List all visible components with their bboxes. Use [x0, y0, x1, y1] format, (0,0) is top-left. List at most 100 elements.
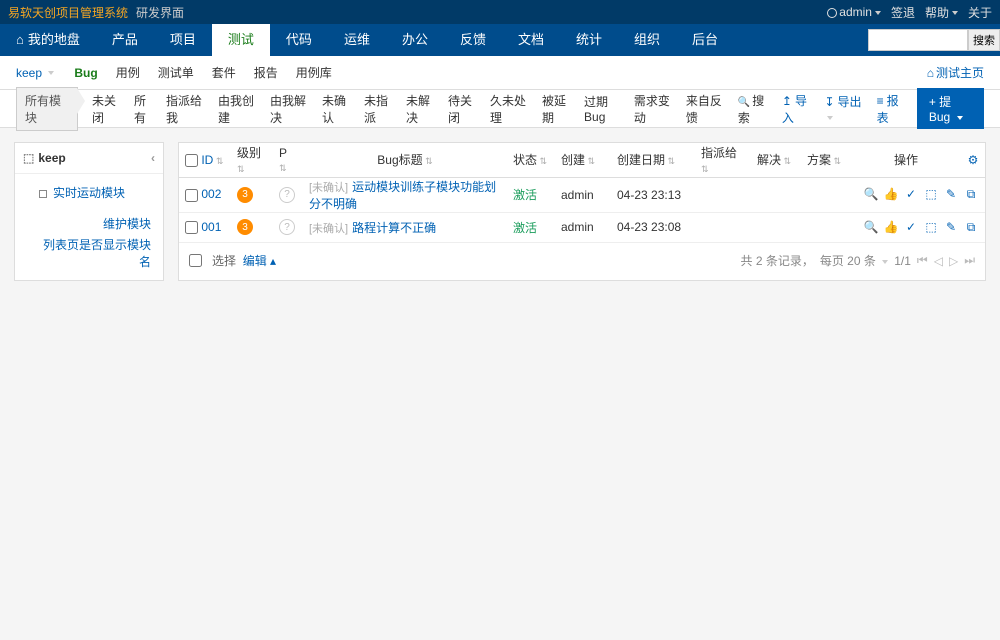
caret-down-icon — [48, 71, 54, 75]
logout-link[interactable]: 签退 — [891, 4, 915, 21]
filter-bar: 所有模块 未关闭 所有 指派给我 由我创建 由我解决 未确认 未指派 未解决 待… — [0, 90, 1000, 128]
confirm-icon[interactable]: 🔍 — [863, 220, 879, 235]
gear-icon[interactable]: ⚙ — [968, 153, 979, 167]
edit-icon[interactable]: ✎ — [943, 220, 959, 235]
qa-home-link[interactable]: 测试主页 — [927, 64, 984, 81]
col-severity[interactable]: 级别 — [231, 143, 273, 177]
pager-page: 1/1 — [894, 254, 911, 268]
confirm-icon[interactable]: 🔍 — [863, 187, 879, 202]
pager-last-icon[interactable]: ⏭ — [964, 253, 975, 268]
tab-bug[interactable]: Bug — [74, 66, 97, 80]
col-resolved[interactable]: 解决 — [751, 143, 801, 177]
row-checkbox[interactable] — [185, 189, 198, 202]
pager-first-icon[interactable]: ⏮ — [917, 253, 928, 268]
bug-table: ID 级别 P Bug标题 状态 创建 创建日期 指派给 解决 方案 操作 ⚙ … — [179, 143, 985, 243]
import-button[interactable]: 导入 — [782, 92, 811, 126]
tab-caselib[interactable]: 用例库 — [296, 64, 332, 81]
nav-feedback[interactable]: 反馈 — [444, 24, 502, 56]
tab-case[interactable]: 用例 — [116, 64, 140, 81]
nav-ops[interactable]: 运维 — [328, 24, 386, 56]
copy-icon[interactable]: ⧉ — [963, 187, 979, 202]
filter-unassigned[interactable]: 未指派 — [364, 92, 394, 126]
close-icon[interactable]: ⬚ — [923, 187, 939, 202]
pager-next-icon[interactable]: ▷ — [949, 254, 958, 268]
cell-resolution — [801, 177, 851, 212]
col-opened[interactable]: 创建 — [555, 143, 611, 177]
sidebar-collapse-icon[interactable]: ‹ — [151, 151, 155, 165]
report-button[interactable]: 报表 — [877, 92, 903, 126]
nav-oa[interactable]: 办公 — [386, 24, 444, 56]
col-status[interactable]: 状态 — [507, 143, 555, 177]
project-selector[interactable]: keep — [16, 66, 54, 80]
col-config[interactable]: ⚙ — [961, 143, 985, 177]
copy-icon[interactable]: ⧉ — [963, 220, 979, 235]
create-bug-button[interactable]: 提Bug — [917, 88, 984, 129]
filter-unclosed[interactable]: 未关闭 — [92, 92, 122, 126]
pager-perpage[interactable]: 每页 20 条 — [820, 252, 888, 269]
global-search-input[interactable] — [868, 29, 968, 51]
batch-edit-link[interactable]: 编辑 ▴ — [243, 252, 276, 269]
user-menu[interactable]: admin — [827, 5, 881, 19]
col-id[interactable]: ID — [179, 143, 231, 177]
edit-icon[interactable]: ✎ — [943, 187, 959, 202]
bug-title-link[interactable]: 路程计算不正确 — [352, 221, 436, 235]
filter-all[interactable]: 所有 — [134, 92, 154, 126]
nav-code[interactable]: 代码 — [270, 24, 328, 56]
filter-toclose[interactable]: 待关闭 — [448, 92, 478, 126]
footer-select-all[interactable] — [189, 254, 202, 267]
close-icon[interactable]: ⬚ — [923, 220, 939, 235]
filter-resolvedbyme[interactable]: 由我解决 — [270, 92, 310, 126]
nav-doc[interactable]: 文档 — [502, 24, 560, 56]
pager-prev-icon[interactable]: ◁ — [934, 254, 943, 268]
filter-longlife[interactable]: 久未处理 — [490, 92, 530, 126]
nav-report[interactable]: 统计 — [560, 24, 618, 56]
maintain-module-link[interactable]: 维护模块 — [23, 213, 155, 234]
export-button[interactable]: 导出 — [824, 93, 862, 124]
tab-suite[interactable]: 套件 — [212, 64, 236, 81]
nav-project[interactable]: 项目 — [154, 24, 212, 56]
cell-date: 04-23 23:13 — [611, 177, 695, 212]
global-search-button[interactable]: 搜索 — [968, 29, 1000, 51]
about-link[interactable]: 关于 — [968, 4, 992, 21]
filter-postponed[interactable]: 被延期 — [542, 92, 572, 126]
cell-pri: ? — [273, 212, 303, 242]
filter-fromfeedback[interactable]: 来自反馈 — [686, 92, 726, 126]
filter-search[interactable]: 搜索 — [738, 92, 770, 126]
filter-byme[interactable]: 由我创建 — [218, 92, 258, 126]
module-link[interactable]: 实时运动模块 — [23, 182, 155, 203]
filter-unresolved[interactable]: 未解决 — [406, 92, 436, 126]
resolve-icon[interactable]: ✓ — [903, 220, 919, 235]
nav-org[interactable]: 组织 — [618, 24, 676, 56]
filter-tome[interactable]: 指派给我 — [166, 92, 206, 126]
col-assigned[interactable]: 指派给 — [695, 143, 751, 177]
nav-home[interactable]: 我的地盘 — [0, 24, 96, 56]
col-resolution[interactable]: 方案 — [801, 143, 851, 177]
bug-id-link[interactable]: 002 — [201, 187, 221, 201]
nav-product[interactable]: 产品 — [96, 24, 154, 56]
assign-icon[interactable]: 👍 — [883, 187, 899, 202]
module-chip[interactable]: 所有模块 — [16, 87, 78, 131]
cell-resolved — [751, 212, 801, 242]
help-link[interactable]: 帮助 — [925, 4, 958, 21]
col-title[interactable]: Bug标题 — [303, 143, 507, 177]
resolve-icon[interactable]: ✓ — [903, 187, 919, 202]
caret-down-icon — [952, 11, 958, 15]
col-pri[interactable]: P — [273, 143, 303, 177]
select-all-checkbox[interactable] — [185, 154, 198, 167]
col-opendate[interactable]: 创建日期 — [611, 143, 695, 177]
nav-qa[interactable]: 测试 — [212, 24, 270, 56]
filter-needconfirm[interactable]: 需求变动 — [634, 92, 674, 126]
cell-severity: 3 — [231, 212, 273, 242]
filter-unconfirmed[interactable]: 未确认 — [322, 92, 352, 126]
cell-title: [未确认]路程计算不正确 — [303, 212, 507, 242]
row-checkbox[interactable] — [185, 221, 198, 234]
cell-resolved — [751, 177, 801, 212]
toggle-module-col-link[interactable]: 列表页是否显示模块名 — [23, 234, 155, 272]
nav-admin[interactable]: 后台 — [676, 24, 734, 56]
bug-id-link[interactable]: 001 — [201, 220, 221, 234]
footer-select-label: 选择 — [212, 252, 236, 269]
assign-icon[interactable]: 👍 — [883, 220, 899, 235]
filter-overdue[interactable]: 过期Bug — [584, 93, 622, 124]
tab-testtask[interactable]: 测试单 — [158, 64, 194, 81]
tab-report[interactable]: 报告 — [254, 64, 278, 81]
